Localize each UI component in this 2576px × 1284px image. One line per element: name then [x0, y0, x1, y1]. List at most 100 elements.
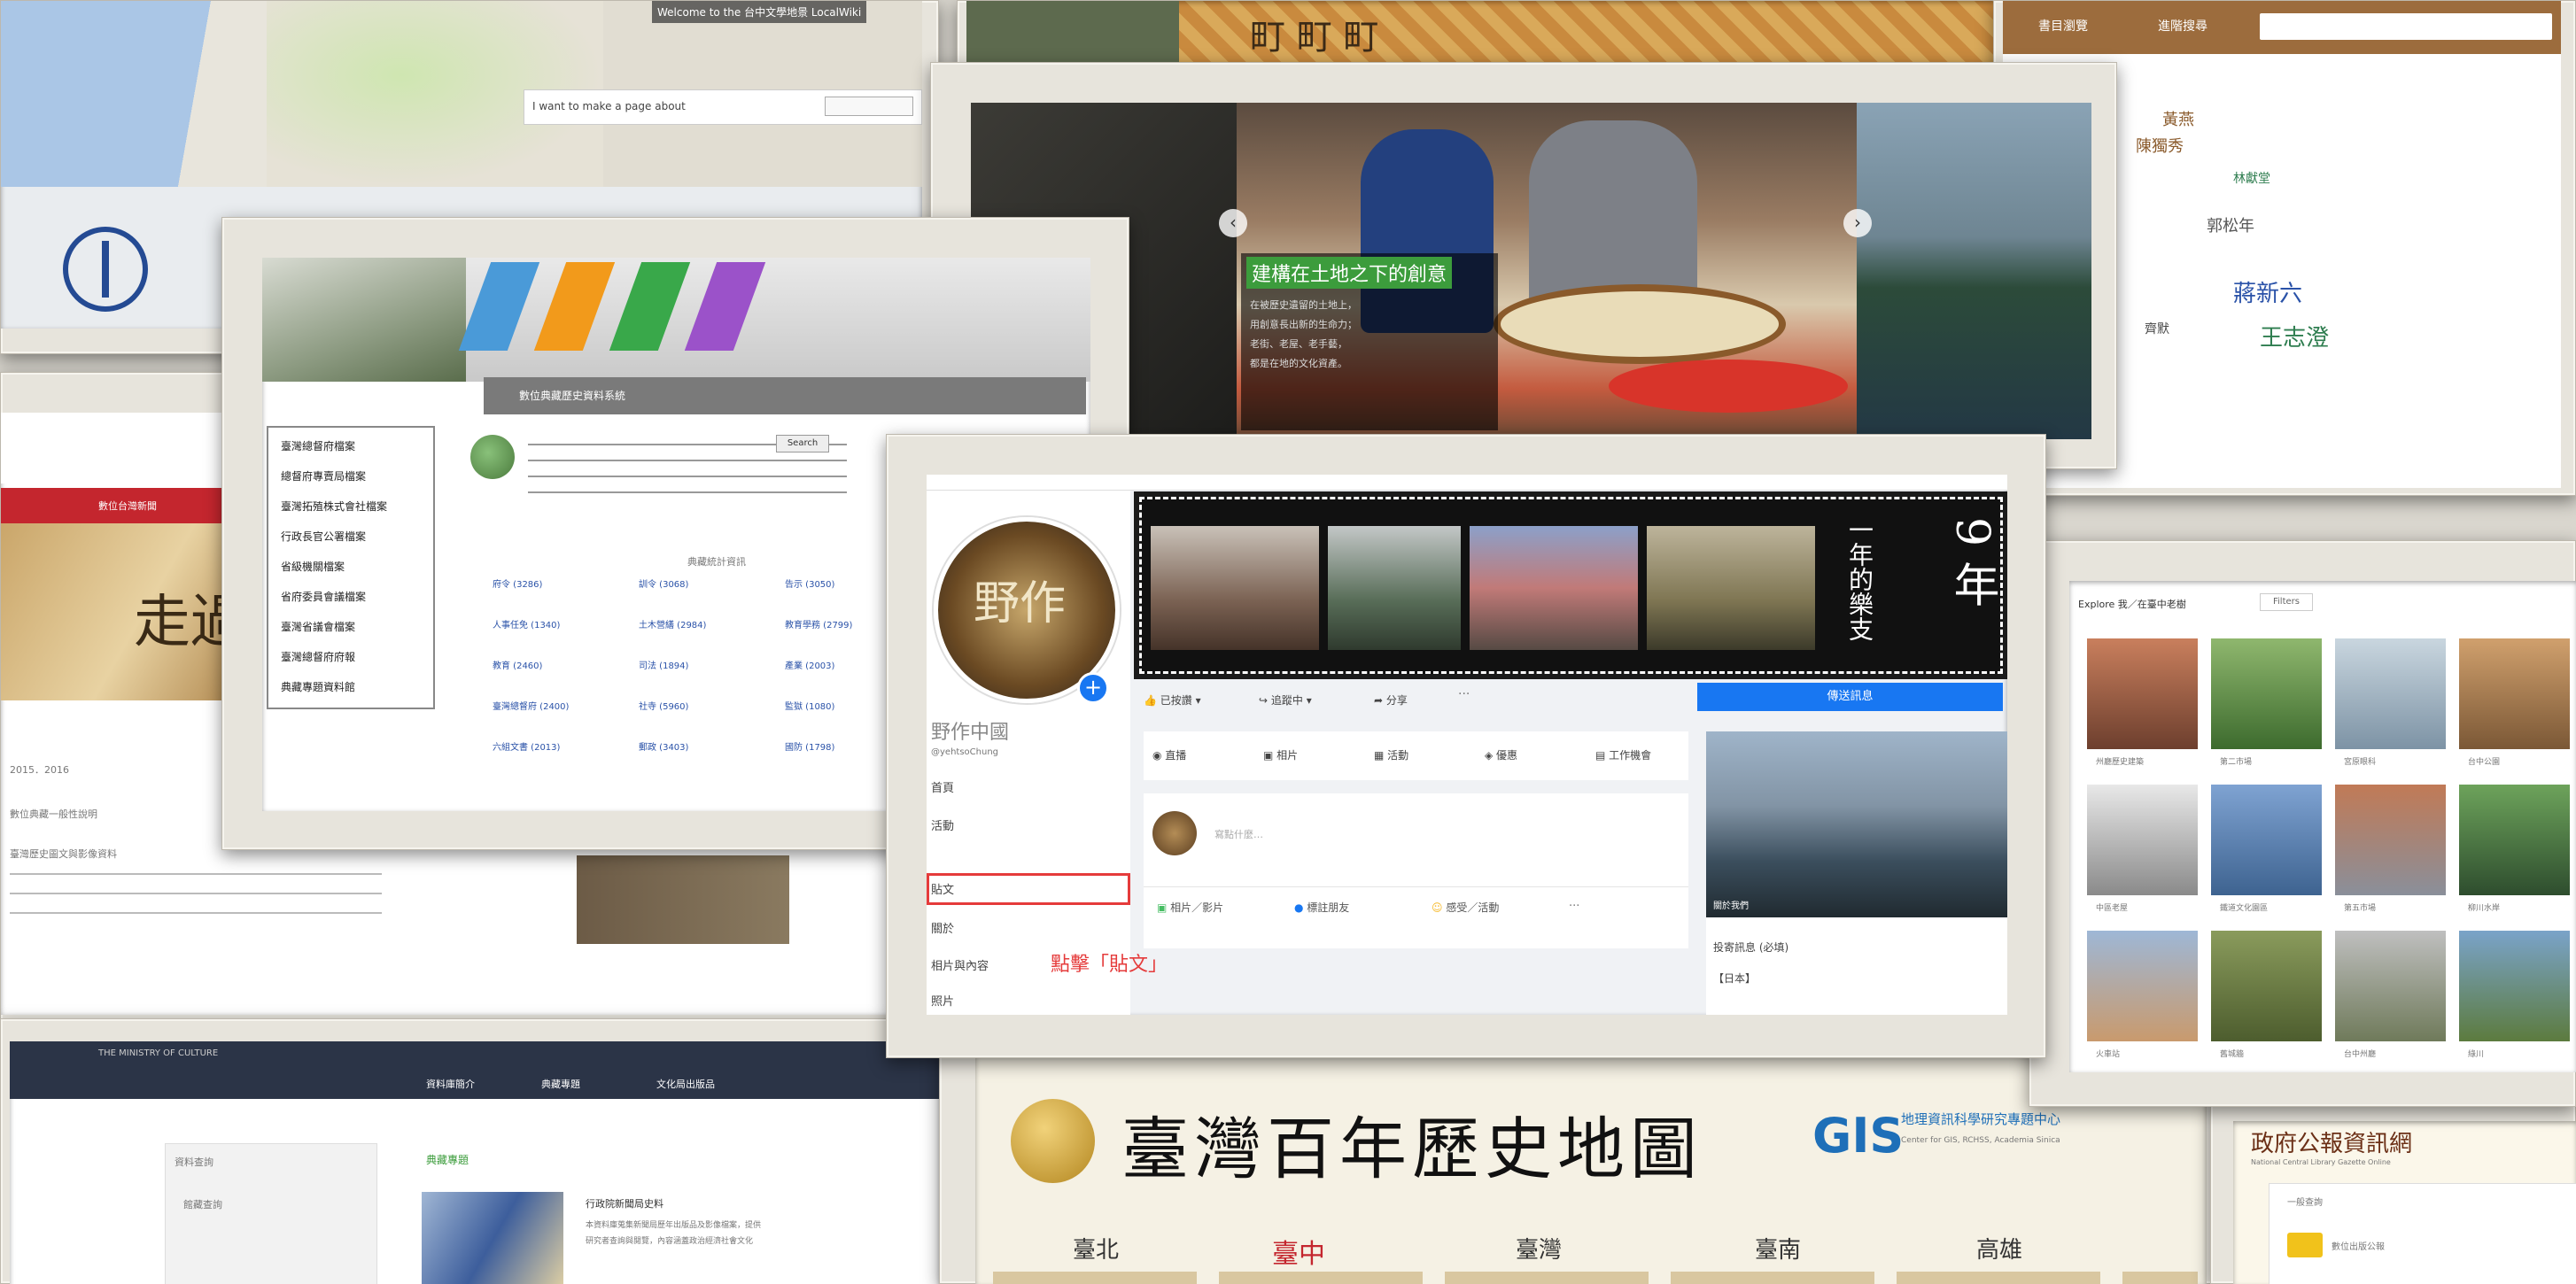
archive-header: 數位典藏歷史資料系統	[262, 258, 1090, 414]
fb-nav-events[interactable]: 活動	[931, 816, 954, 833]
archive-stat-cell[interactable]: 教育學務 (2799)	[785, 617, 852, 630]
archive-stat-cell[interactable]: 司法 (1894)	[639, 658, 688, 671]
archive-category-item[interactable]: 臺灣省議會檔案	[281, 619, 355, 634]
explore-filter-button[interactable]: Filters	[2260, 593, 2313, 611]
library-article-title[interactable]: 行政院新聞局史料	[586, 1196, 663, 1211]
library-nav-2[interactable]: 典藏專題	[541, 1077, 580, 1091]
word-cloud-word[interactable]: 郭松年	[2207, 213, 2254, 236]
fb-like-button[interactable]: 👍 已按讚 ▾	[1144, 687, 1241, 714]
gis-logo: GIS	[1812, 1108, 1905, 1164]
archive-search-input[interactable]	[2260, 13, 2552, 40]
word-cloud-word[interactable]: 蔣新六	[2233, 275, 2302, 308]
event-icon: ▦	[1374, 749, 1388, 762]
fb-tab-label: 直播	[1165, 749, 1187, 762]
archive-stat-cell[interactable]: 國防 (1798)	[785, 739, 834, 753]
fb-nav-about[interactable]: 關於	[931, 919, 954, 936]
fb-nav-photos[interactable]: 照片	[931, 992, 954, 1009]
explore-photo[interactable]	[2211, 638, 2322, 749]
hero-next-arrow-icon[interactable]: ›	[1843, 209, 1872, 237]
fb-nav-posts[interactable]: 貼文	[931, 880, 954, 897]
fb-composer-action[interactable]: ● 標註朋友	[1294, 900, 1349, 915]
archive-stat-cell[interactable]: 訓令 (3068)	[639, 576, 688, 590]
like-icon: 👍	[1144, 694, 1160, 707]
fb-nav-posts-highlight[interactable]	[927, 873, 1130, 905]
hero-prev-arrow-icon[interactable]: ‹	[1219, 209, 1247, 237]
fb-tab[interactable]: ◈ 優惠	[1485, 747, 1517, 762]
fb-add-photo-icon[interactable]: +	[1077, 672, 1109, 704]
explore-photo[interactable]	[2087, 931, 2198, 1041]
explore-photo[interactable]	[2459, 638, 2570, 749]
archive-stat-cell[interactable]: 人事任免 (1340)	[493, 617, 560, 630]
archive-stat-cell[interactable]: 府令 (3286)	[493, 576, 542, 590]
word-cloud-word[interactable]: 齊默	[2145, 320, 2169, 337]
archive-stat-cell[interactable]: 產業 (2003)	[785, 658, 834, 671]
photo-video-icon: ▣	[1157, 901, 1171, 914]
word-cloud-word[interactable]: 林獻堂	[2233, 169, 2270, 187]
explore-photo[interactable]	[2211, 931, 2322, 1041]
explore-photo-caption: 第五市場	[2344, 904, 2377, 913]
city-taichung[interactable]: 臺中	[1272, 1232, 1325, 1271]
fb-nav-media[interactable]: 相片與內容	[931, 956, 989, 973]
city-tainan[interactable]: 臺南	[1755, 1232, 1801, 1265]
fb-tab[interactable]: ▤ 工作機會	[1595, 747, 1651, 762]
fb-tab[interactable]: ▦ 活動	[1374, 747, 1408, 762]
map-ask-input[interactable]	[825, 97, 913, 116]
menu-browse[interactable]: 書目瀏覽	[2038, 17, 2088, 35]
archive-stat-cell[interactable]: 土木營繕 (2984)	[639, 617, 706, 630]
archive-category-item[interactable]: 臺灣拓殖株式會社檔案	[281, 499, 387, 514]
fb-follow-button[interactable]: ↪ 追蹤中 ▾	[1259, 687, 1365, 714]
explore-photo[interactable]	[2459, 785, 2570, 895]
archive-stat-cell[interactable]: 告示 (3050)	[785, 576, 834, 590]
archive-stat-cell[interactable]: 郵政 (3403)	[639, 739, 688, 753]
archive-category-item[interactable]: 行政長官公署檔案	[281, 529, 366, 544]
archive-stat-cell[interactable]: 教育 (2460)	[493, 658, 542, 671]
archive-category-item[interactable]: 臺灣總督府檔案	[281, 438, 355, 453]
explore-photo[interactable]	[2211, 785, 2322, 895]
archive-category-item[interactable]: 典藏專題資料館	[281, 679, 355, 694]
history-map-screen: 臺灣百年歷史地圖 GIS 地理資訊科學研究專題中心 Center for GIS…	[975, 1055, 2207, 1284]
library-sidebar-item[interactable]: 館藏查詢	[183, 1197, 222, 1211]
gazette-panel-2[interactable]: 數位出版公報	[2332, 1239, 2385, 1252]
library-nav-1[interactable]: 資料庫簡介	[426, 1077, 475, 1091]
fb-composer-action[interactable]: ☺ 感受／活動	[1432, 900, 1499, 915]
word-cloud-word[interactable]: 王志澄	[2260, 320, 2329, 352]
archive-stat-cell[interactable]: 社寺 (5960)	[639, 699, 688, 712]
fb-side-link[interactable]: 投寄訊息 (必填)	[1713, 940, 1788, 955]
city-taipei[interactable]: 臺北	[1073, 1232, 1119, 1265]
explore-photo[interactable]	[2459, 931, 2570, 1041]
explore-photo[interactable]	[2335, 785, 2446, 895]
offer-icon: ◈	[1485, 749, 1497, 762]
fb-nav-home[interactable]: 首頁	[931, 778, 954, 795]
archive-search-button[interactable]: Search	[776, 435, 829, 452]
fb-composer-action[interactable]: ▣ 相片／影片	[1157, 900, 1223, 915]
map-view[interactable]: Welcome to the 台中文學地景 LocalWiki I want t…	[1, 1, 922, 187]
word-cloud-word[interactable]: 黃燕	[2162, 107, 2194, 130]
archive-category-item[interactable]: 總督府專賣局檔案	[281, 468, 366, 483]
archive-category-item[interactable]: 臺灣總督府府報	[281, 649, 355, 664]
fb-share-button[interactable]: ➦ 分享	[1374, 687, 1445, 714]
archive-category-item[interactable]: 省府委員會議檔案	[281, 589, 366, 604]
fb-tab[interactable]: ▣ 相片	[1263, 747, 1298, 762]
explore-photo[interactable]	[2335, 638, 2446, 749]
archive-stat-cell[interactable]: 監獄 (1080)	[785, 699, 834, 712]
archive-stat-cell[interactable]: 六組文書 (2013)	[493, 739, 560, 753]
fb-composer-more-icon[interactable]: ···	[1569, 900, 1579, 913]
explore-photo[interactable]	[2087, 638, 2198, 749]
gazette-panel-1[interactable]: 一般查詢	[2287, 1195, 2323, 1208]
hero-right-lake	[1857, 103, 2091, 439]
fb-tab[interactable]: ◉ 直播	[1152, 747, 1186, 762]
city-taiwan[interactable]: 臺灣	[1516, 1232, 1562, 1265]
explore-photo[interactable]	[2335, 931, 2446, 1041]
word-cloud-word[interactable]: 陳獨秀	[2136, 134, 2184, 157]
fb-composer-placeholder[interactable]: 寫點什麼…	[1214, 827, 1263, 841]
explore-photo[interactable]	[2087, 785, 2198, 895]
archive-stat-cell[interactable]: 臺灣總督府 (2400)	[493, 699, 569, 712]
fb-more-icon[interactable]: ···	[1458, 687, 1470, 701]
news-banner: 走過	[1, 523, 247, 700]
city-kaohsiung[interactable]: 高雄	[1976, 1232, 2022, 1265]
library-nav-3[interactable]: 文化局出版品	[656, 1077, 715, 1091]
fb-send-message-button[interactable]: 傳送訊息	[1697, 683, 2003, 711]
wiki-logo-bar	[102, 241, 109, 298]
menu-advanced[interactable]: 進階搜尋	[2158, 17, 2207, 35]
archive-category-item[interactable]: 省級機關檔案	[281, 559, 345, 574]
